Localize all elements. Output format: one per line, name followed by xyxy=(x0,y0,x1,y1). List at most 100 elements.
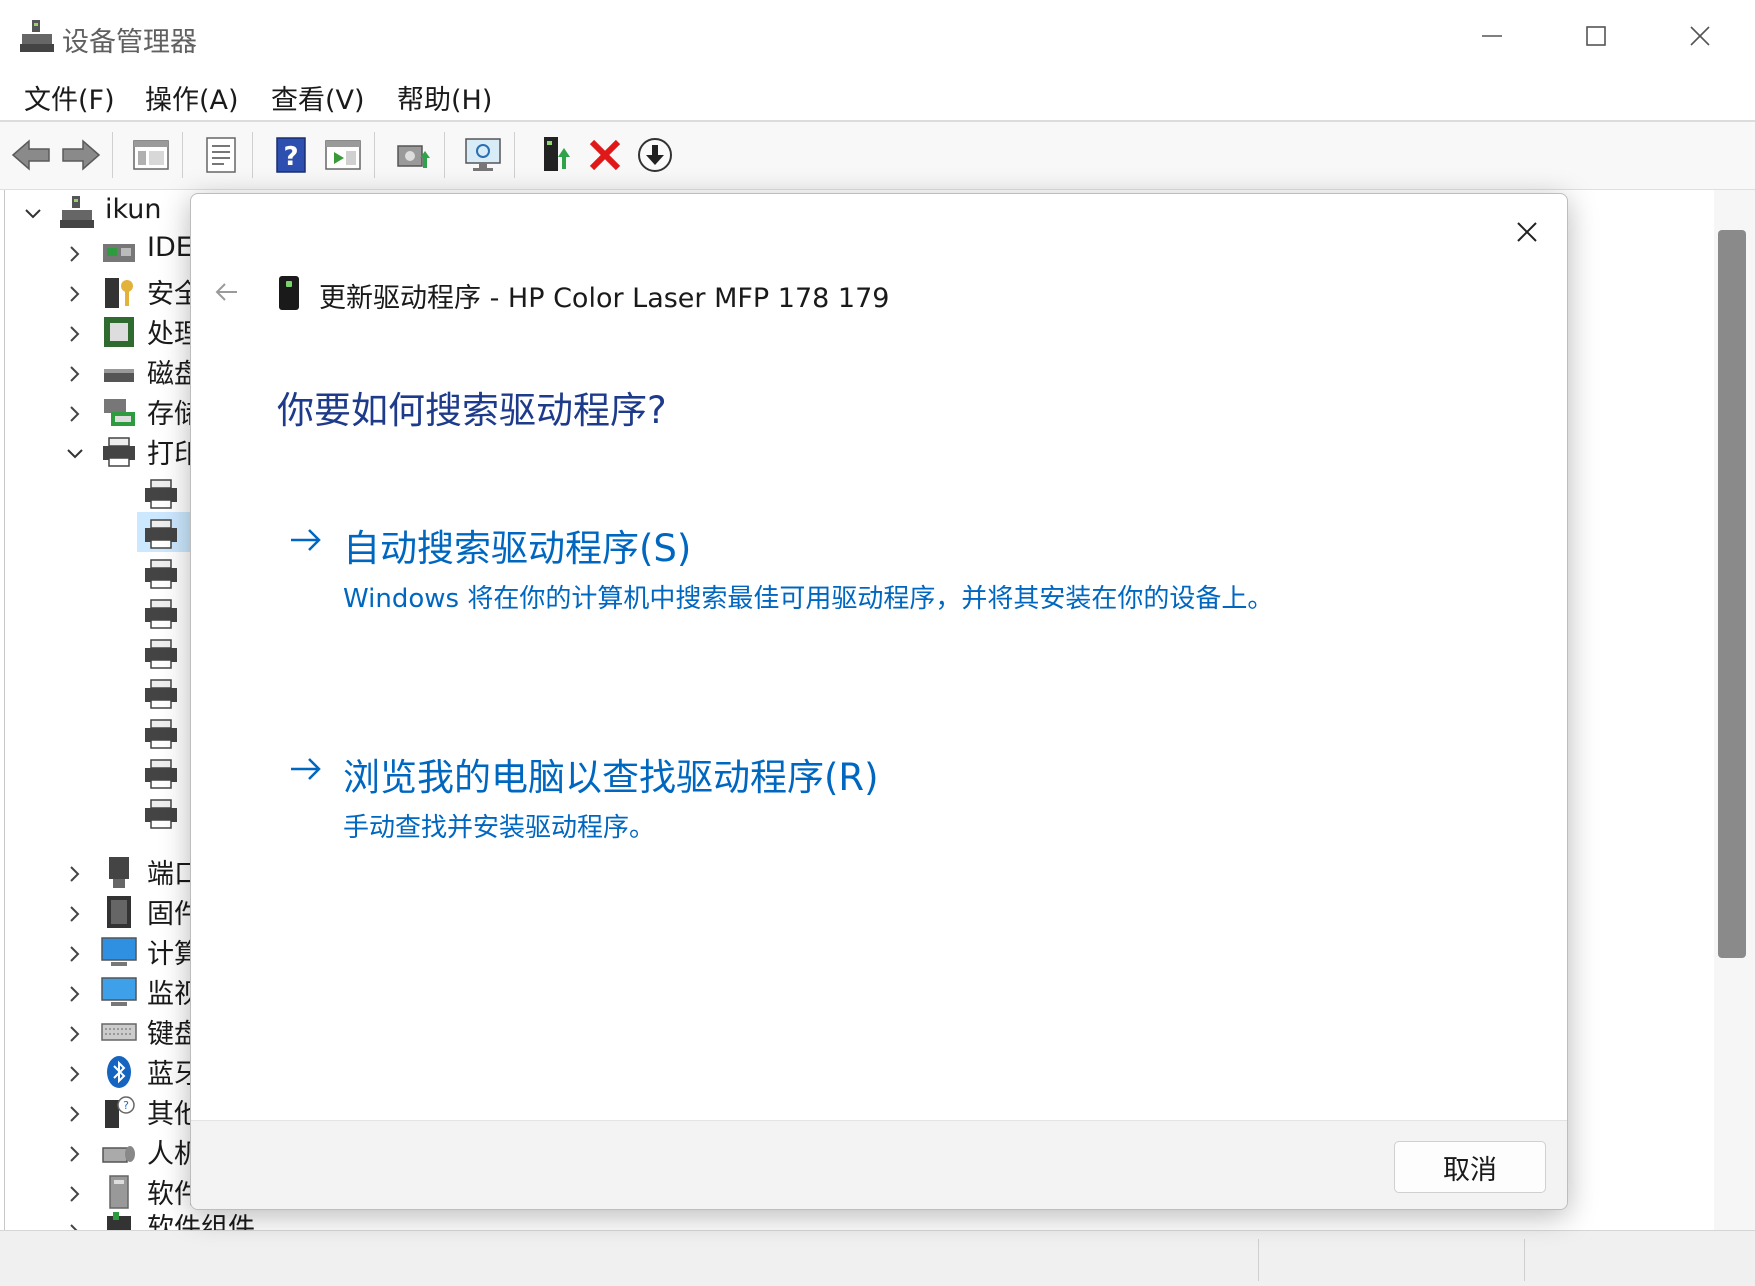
software-device-icon xyxy=(109,1175,129,1209)
hid-icon xyxy=(102,1146,135,1163)
menu-action[interactable]: 操作(A) xyxy=(145,78,239,117)
show-hide-tree-button[interactable] xyxy=(128,132,174,178)
dialog-title: 更新驱动程序 - HP Color Laser MFP 178 179 xyxy=(319,283,890,314)
chevron-right-icon[interactable] xyxy=(63,942,87,966)
ide-controller-icon xyxy=(103,244,135,262)
chevron-right-icon[interactable] xyxy=(63,982,87,1006)
download-icon xyxy=(638,138,672,172)
help-button[interactable]: ? xyxy=(268,132,314,178)
option-description: Windows 将在你的计算机中搜索最佳可用驱动程序，并将其安装在你的设备上。 xyxy=(343,584,1274,614)
disk-drive-icon xyxy=(104,369,134,382)
update-driver-dialog: 更新驱动程序 - HP Color Laser MFP 178 179 你要如何… xyxy=(190,193,1568,1210)
scan-hardware-button[interactable] xyxy=(390,132,436,178)
option-description: 手动查找并安装驱动程序。 xyxy=(343,813,656,843)
device-manager-icon xyxy=(20,20,54,52)
monitor-icon xyxy=(465,138,501,171)
menu-bar: 文件(F) 操作(A) 查看(V) 帮助(H) xyxy=(0,72,1755,122)
cancel-button[interactable]: 取消 xyxy=(1394,1141,1546,1193)
chevron-down-icon[interactable] xyxy=(21,202,45,226)
dialog-back-button[interactable] xyxy=(209,274,245,310)
chevron-right-icon[interactable] xyxy=(63,1142,87,1166)
back-arrow-icon xyxy=(215,283,237,301)
download-button[interactable] xyxy=(632,132,678,178)
printer-icon[interactable] xyxy=(143,676,179,712)
chevron-right-icon[interactable] xyxy=(63,902,87,926)
update-driver-button[interactable] xyxy=(532,132,578,178)
view-button[interactable] xyxy=(320,132,366,178)
dialog-question-heading: 你要如何搜索驱动程序? xyxy=(277,389,667,432)
uninstall-button[interactable] xyxy=(582,132,628,178)
chevron-right-icon[interactable] xyxy=(63,1102,87,1126)
printer-icon[interactable] xyxy=(143,596,179,632)
other-device-icon: ? xyxy=(105,1096,135,1128)
title-bar: 设备管理器 xyxy=(0,0,1755,72)
svg-text:?: ? xyxy=(283,142,298,172)
security-key-icon xyxy=(105,278,133,308)
close-icon xyxy=(1690,26,1710,46)
chevron-right-icon[interactable] xyxy=(63,862,87,886)
processor-icon xyxy=(104,317,134,347)
back-button[interactable] xyxy=(8,132,54,178)
dialog-footer: 取消 xyxy=(191,1120,1567,1209)
forward-arrow-icon xyxy=(62,139,101,171)
printer-icon xyxy=(103,437,135,467)
chevron-right-icon[interactable] xyxy=(63,1022,87,1046)
svg-text:?: ? xyxy=(123,1099,129,1112)
menu-file[interactable]: 文件(F) xyxy=(24,78,115,117)
chevron-right-icon[interactable] xyxy=(63,402,87,426)
menu-view[interactable]: 查看(V) xyxy=(271,78,365,117)
category-label[interactable]: IDE xyxy=(147,232,193,263)
printer-icon[interactable] xyxy=(143,516,179,552)
auto-search-option[interactable]: 自动搜索驱动程序(S) Windows 将在你的计算机中搜索最佳可用驱动程序，并… xyxy=(287,518,1387,628)
scan-hardware-icon xyxy=(397,145,430,168)
dialog-close-button[interactable] xyxy=(1501,206,1553,258)
browse-computer-option[interactable]: 浏览我的电脑以查找驱动程序(R) 手动查找并安装驱动程序。 xyxy=(287,747,1387,857)
chevron-right-icon[interactable] xyxy=(63,282,87,306)
keyboard-icon xyxy=(101,1023,137,1041)
printer-icon[interactable] xyxy=(143,756,179,792)
printer-icon[interactable] xyxy=(143,796,179,832)
window-title: 设备管理器 xyxy=(62,27,197,58)
tree-root-label[interactable]: ikun xyxy=(105,194,162,225)
close-button[interactable] xyxy=(1648,0,1752,72)
menu-help[interactable]: 帮助(H) xyxy=(397,78,492,117)
show-hide-tree-icon xyxy=(133,140,169,170)
printer-device-icon xyxy=(279,276,299,310)
arrow-right-icon xyxy=(291,758,321,780)
properties-button[interactable] xyxy=(198,132,244,178)
uninstall-icon xyxy=(589,139,621,171)
bluetooth-icon xyxy=(107,1056,131,1088)
chevron-right-icon[interactable] xyxy=(63,322,87,346)
forward-button[interactable] xyxy=(58,132,104,178)
monitor-button[interactable] xyxy=(460,132,506,178)
software-component-icon xyxy=(107,1212,131,1230)
chevron-right-icon[interactable] xyxy=(63,362,87,386)
chevron-right-icon[interactable] xyxy=(63,242,87,266)
maximize-icon xyxy=(1586,26,1606,46)
chevron-right-icon[interactable] xyxy=(63,1220,87,1230)
printer-icon[interactable] xyxy=(143,716,179,752)
monitor-display-icon xyxy=(101,977,137,1006)
chevron-down-icon[interactable] xyxy=(63,442,87,466)
chevron-right-icon[interactable] xyxy=(63,1182,87,1206)
port-icon xyxy=(109,857,129,888)
arrow-right-icon xyxy=(291,529,321,551)
option-title[interactable]: 浏览我的电脑以查找驱动程序(R) xyxy=(343,747,879,801)
back-arrow-icon xyxy=(11,139,50,171)
close-icon xyxy=(1517,222,1537,242)
option-title[interactable]: 自动搜索驱动程序(S) xyxy=(343,518,691,572)
maximize-button[interactable] xyxy=(1544,0,1648,72)
computer-icon xyxy=(101,937,137,966)
minimize-button[interactable] xyxy=(1440,0,1544,72)
chevron-right-icon[interactable] xyxy=(63,1062,87,1086)
minimize-icon xyxy=(1482,35,1502,37)
help-icon: ? xyxy=(276,137,306,173)
properties-icon xyxy=(206,137,236,173)
update-driver-icon xyxy=(544,137,570,171)
printer-icon[interactable] xyxy=(143,476,179,512)
scrollbar-thumb[interactable] xyxy=(1718,230,1746,958)
computer-root-icon xyxy=(60,196,94,228)
printer-icon[interactable] xyxy=(143,556,179,592)
printer-icon[interactable] xyxy=(143,636,179,672)
firmware-icon xyxy=(107,896,131,928)
